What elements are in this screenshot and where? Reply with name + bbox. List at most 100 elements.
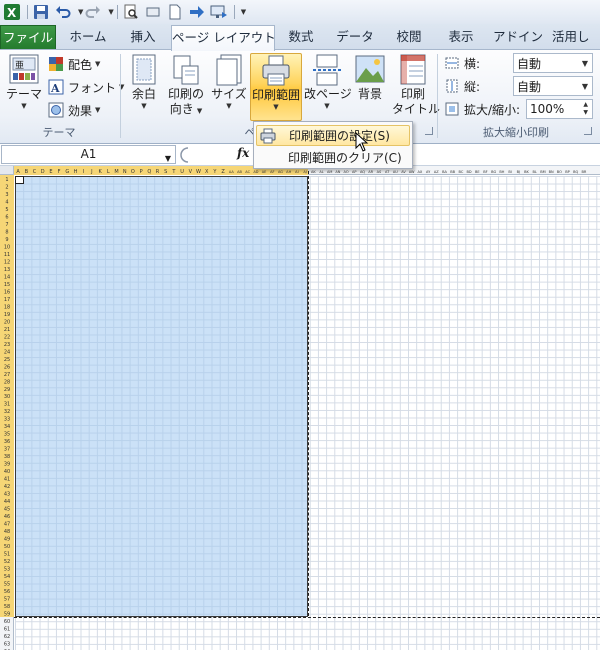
orientation-button[interactable]: 印刷の 向き ▼: [166, 53, 206, 121]
menu-item-clear-print-area[interactable]: 印刷範囲のクリア(C): [256, 147, 410, 168]
print-area-menu: 印刷範囲の設定(S) 印刷範囲のクリア(C): [253, 121, 413, 169]
print-area-button[interactable]: 印刷範囲 ▼: [250, 53, 302, 121]
colors-button[interactable]: 配色 ▼: [48, 54, 100, 74]
insert-function-icon[interactable]: fx: [237, 146, 249, 160]
new-icon[interactable]: [165, 2, 185, 22]
customize-icon[interactable]: ▼: [241, 8, 246, 16]
undo-icon[interactable]: [53, 2, 73, 22]
row-header-label: 15: [4, 282, 10, 288]
row-header-label: 28: [4, 379, 10, 385]
print-titles-button[interactable]: 印刷 タイトル: [392, 53, 440, 121]
row-header-label: 38: [4, 454, 10, 460]
tab-page-layout[interactable]: ページ レイアウト: [171, 25, 276, 51]
row-header-label: 52: [4, 559, 10, 565]
row-header-label: 40: [4, 469, 10, 475]
column-header-label: AI: [295, 170, 298, 174]
chevron-down-icon: ▼: [141, 102, 147, 110]
spin-down-icon[interactable]: ▼: [583, 109, 588, 116]
themes-button[interactable]: 亜 テーマ ▼: [4, 53, 44, 121]
column-header-label: G: [65, 169, 69, 175]
effects-button[interactable]: 効果 ▼: [48, 100, 100, 120]
background-button[interactable]: 背景: [352, 53, 388, 121]
print-area-label: 印刷範囲: [251, 88, 300, 102]
arrow-right-icon[interactable]: [187, 2, 207, 22]
tab-utilize[interactable]: 活用し: [552, 25, 600, 50]
column-header-label: BE: [475, 170, 480, 174]
scale-launcher-icon[interactable]: [584, 127, 592, 135]
column-header-label: T: [171, 169, 176, 175]
column-header-label: BD: [467, 170, 472, 174]
group-separator: [120, 54, 121, 138]
screen-icon[interactable]: [209, 2, 229, 22]
ribbon-tabs: ファイル ホーム 挿入 ページ レイアウト 数式 データ 校閲 表示 アドイン …: [0, 24, 600, 51]
height-select[interactable]: 自動 ▼: [513, 76, 593, 96]
tab-addins[interactable]: アドイン: [489, 25, 547, 50]
fonts-icon: A: [48, 79, 64, 95]
row-header-label: 54: [4, 574, 10, 580]
row-header-label: 39: [4, 462, 10, 468]
row-header-label: 4: [5, 199, 8, 205]
row-header-label: 23: [4, 342, 10, 348]
scale-icon: [445, 102, 459, 116]
menu-item-set-print-area[interactable]: 印刷範囲の設定(S): [256, 125, 410, 146]
excel-logo-icon[interactable]: X: [2, 2, 22, 22]
column-header-label: L: [107, 169, 110, 175]
row-header-label: 24: [4, 349, 10, 355]
page-icon[interactable]: [143, 2, 163, 22]
name-box[interactable]: A1 ▼: [1, 145, 176, 164]
active-cell[interactable]: [15, 176, 24, 184]
chevron-down-icon: ▼: [196, 107, 203, 115]
size-icon: [216, 54, 242, 86]
select-all-button[interactable]: [0, 166, 14, 175]
tab-view[interactable]: 表示: [437, 25, 485, 50]
column-header-label: AY: [426, 170, 431, 174]
row-header-label: 3: [5, 192, 8, 198]
print-area-icon: [262, 55, 290, 86]
row-header-label: 34: [4, 424, 10, 430]
margins-button[interactable]: 余白 ▼: [126, 53, 162, 121]
mouse-cursor-icon: [355, 132, 369, 152]
tab-review[interactable]: 校閲: [385, 25, 433, 50]
width-value: 自動: [517, 56, 542, 71]
scale-spinner[interactable]: 100% ▲ ▼: [526, 99, 593, 119]
column-header-label: W: [196, 169, 201, 175]
size-button[interactable]: サイズ ▼: [210, 53, 248, 121]
column-header-label: M: [114, 169, 118, 175]
spin-up-icon[interactable]: ▲: [583, 101, 588, 108]
selected-range[interactable]: [15, 176, 308, 617]
worksheet[interactable]: A B C D E F G H I J K L M N O P Q R S T U V W X Y Z AA AB AC AD AE AF AG…: [0, 166, 600, 650]
breaks-button[interactable]: 改ページ ▼: [304, 53, 352, 121]
column-header-label: V: [189, 169, 193, 175]
print-preview-icon[interactable]: [121, 2, 141, 22]
column-header-label: AC: [245, 170, 250, 174]
tab-data[interactable]: データ: [328, 25, 382, 50]
row-header-label: 7: [5, 222, 8, 228]
scale-value: 100%: [530, 102, 565, 116]
row-header-label: 30: [4, 394, 10, 400]
qat-separator: [233, 5, 235, 19]
column-header-label: Q: [147, 169, 151, 175]
row-header-label: 58: [4, 604, 10, 610]
colors-label: 配色: [68, 57, 93, 72]
width-select[interactable]: 自動 ▼: [513, 53, 593, 73]
page-setup-launcher-icon[interactable]: [425, 127, 433, 135]
column-header-label: AL: [319, 170, 323, 174]
row-header-label: 13: [4, 267, 10, 273]
fonts-button[interactable]: A フォント ▼: [48, 77, 124, 97]
row-header-label: 55: [4, 582, 10, 588]
tab-file[interactable]: ファイル: [0, 25, 56, 50]
redo-dropdown-icon[interactable]: ▼: [108, 8, 113, 16]
tab-home[interactable]: ホーム: [60, 25, 116, 50]
row-header-label: 19: [4, 312, 10, 318]
row-header-label: 43: [4, 492, 10, 498]
save-icon[interactable]: [31, 2, 51, 22]
column-header-label: AX: [418, 170, 423, 174]
column-header-label: BA: [442, 170, 447, 174]
column-header-label: AG: [278, 170, 283, 174]
tab-insert[interactable]: 挿入: [118, 25, 168, 50]
chevron-down-icon: ▼: [21, 102, 27, 110]
row-headers[interactable]: 1 2 3 4 5 6 7 8 9 10 11 12 13 14 15 16 17 18 19 20 21 22 23 24 2…: [0, 175, 14, 650]
redo-icon[interactable]: [83, 2, 103, 22]
tab-formulas[interactable]: 数式: [278, 25, 324, 50]
column-header-label: J: [90, 169, 92, 175]
